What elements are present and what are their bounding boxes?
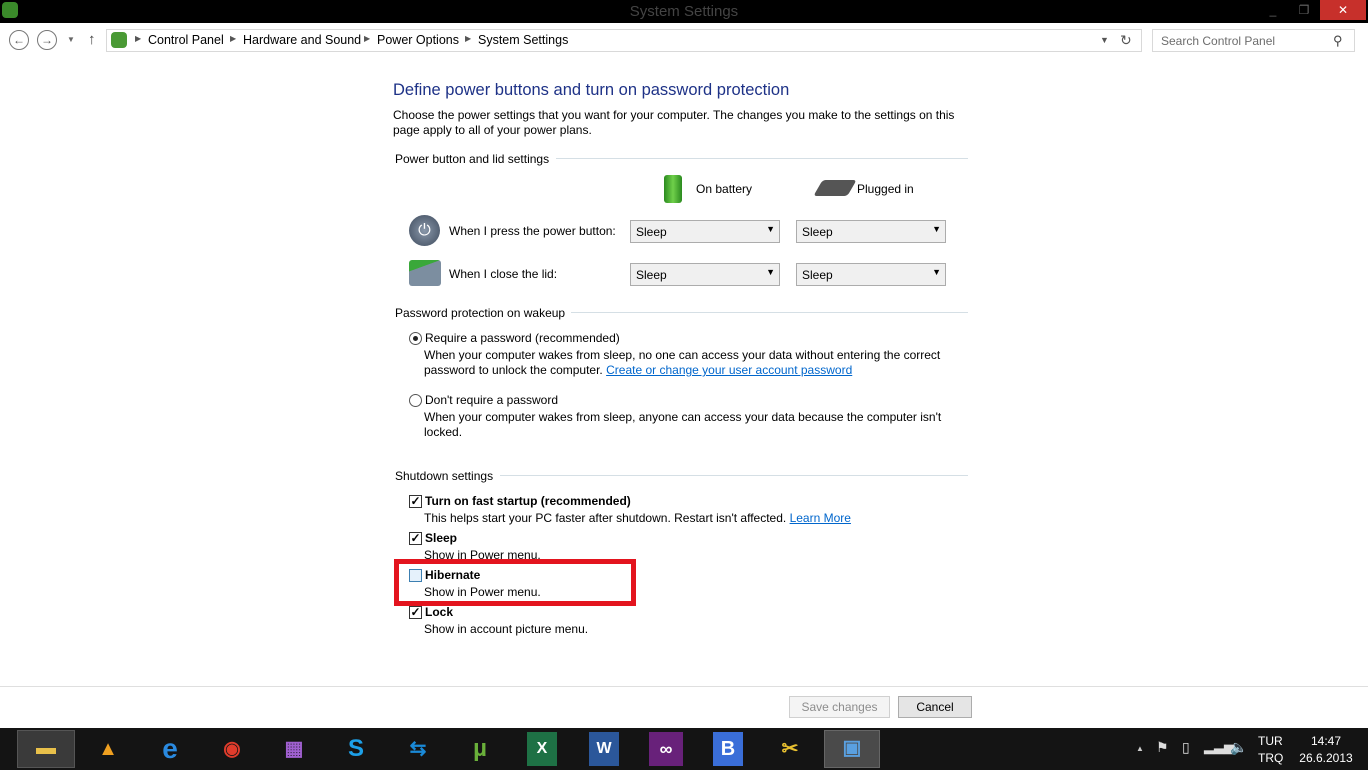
chevron-down-icon: ▼: [932, 267, 941, 277]
lid-label: When I close the lid:: [449, 267, 557, 281]
window-title: System Settings: [0, 3, 1368, 20]
plugged-in-label: Plugged in: [857, 182, 914, 196]
control-panel-icon: [111, 32, 127, 48]
taskbar-teamviewer[interactable]: ⇆: [398, 732, 438, 766]
maximize-button[interactable]: ❐: [1289, 0, 1319, 20]
recent-dropdown-icon[interactable]: ▼: [67, 35, 75, 44]
require-password-radio[interactable]: [409, 332, 422, 345]
page-title: Define power buttons and turn on passwor…: [393, 81, 789, 100]
require-password-desc: When your computer wakes from sleep, no …: [424, 348, 954, 378]
minimize-button[interactable]: _: [1258, 0, 1288, 20]
taskbar-control-panel[interactable]: ▣: [824, 730, 880, 768]
taskbar-skype[interactable]: S: [336, 732, 376, 766]
lid-plugged-select[interactable]: Sleep ▼: [796, 263, 946, 286]
lock-desc: Show in account picture menu.: [424, 622, 588, 637]
folder-icon: ▬: [36, 737, 56, 759]
breadcrumb-control-panel[interactable]: Control Panel: [148, 33, 224, 47]
sleep-label[interactable]: Sleep: [425, 531, 457, 545]
taskbar-aimp[interactable]: ▲: [88, 732, 128, 766]
address-dropdown-icon[interactable]: ▼: [1100, 35, 1109, 45]
no-password-label[interactable]: Don't require a password: [425, 393, 558, 407]
taskbar-file-explorer[interactable]: ▬: [17, 730, 75, 768]
change-password-link[interactable]: Create or change your user account passw…: [606, 363, 852, 377]
power-group-label: Power button and lid settings: [395, 152, 549, 166]
no-password-radio[interactable]: [409, 394, 422, 407]
taskbar-internet-explorer[interactable]: e: [150, 732, 190, 766]
power-button-label: When I press the power button:: [449, 224, 616, 238]
hibernate-label[interactable]: Hibernate: [425, 568, 480, 582]
password-group-label: Password protection on wakeup: [395, 306, 565, 320]
taskbar-word[interactable]: W: [589, 732, 619, 766]
chevron-down-icon: ▼: [932, 224, 941, 234]
volume-icon[interactable]: 🔈: [1230, 739, 1247, 756]
back-button[interactable]: ←: [9, 30, 29, 50]
learn-more-link[interactable]: Learn More: [790, 511, 851, 525]
intro-text: Choose the power settings that you want …: [393, 108, 968, 138]
desc-text: This helps start your PC faster after sh…: [424, 511, 786, 525]
power-button-icon: ⏻: [409, 215, 440, 246]
power-button-plugged-select[interactable]: Sleep ▼: [796, 220, 946, 243]
selected-value: Sleep: [802, 225, 833, 239]
breadcrumb-power-options[interactable]: Power Options: [377, 33, 459, 47]
cancel-button[interactable]: Cancel: [898, 696, 972, 718]
refresh-icon[interactable]: ↻: [1120, 32, 1132, 49]
breadcrumb-hardware-sound[interactable]: Hardware and Sound: [243, 33, 361, 47]
battery-tray-icon[interactable]: ▯: [1182, 739, 1190, 756]
divider: [571, 312, 968, 313]
power-button-battery-select[interactable]: Sleep ▼: [630, 220, 780, 243]
lock-checkbox[interactable]: ✓: [409, 606, 422, 619]
divider: [556, 158, 968, 159]
chevron-down-icon: ▼: [766, 224, 775, 234]
footer-divider: [0, 686, 1368, 687]
search-icon[interactable]: ⚲: [1333, 33, 1343, 49]
breadcrumb-system-settings[interactable]: System Settings: [478, 33, 568, 47]
clock-time[interactable]: 14:47: [1296, 734, 1356, 748]
action-center-icon[interactable]: ⚑: [1156, 739, 1169, 756]
on-battery-label: On battery: [696, 182, 752, 196]
forward-button[interactable]: →: [37, 30, 57, 50]
taskbar-winrar[interactable]: ▦: [274, 732, 314, 766]
taskbar-tools[interactable]: ✂: [770, 732, 810, 766]
hibernate-desc: Show in Power menu.: [424, 585, 541, 600]
require-password-label[interactable]: Require a password (recommended): [425, 331, 620, 345]
lock-label[interactable]: Lock: [425, 605, 453, 619]
taskbar-utorrent[interactable]: µ: [460, 732, 500, 766]
language-line-2[interactable]: TRQ: [1258, 751, 1283, 765]
search-input[interactable]: Search Control Panel: [1152, 29, 1355, 52]
taskbar-b-app[interactable]: B: [713, 732, 743, 766]
hibernate-checkbox[interactable]: [409, 569, 422, 582]
lid-battery-select[interactable]: Sleep ▼: [630, 263, 780, 286]
clock-date[interactable]: 26.6.2013: [1294, 751, 1358, 765]
taskbar-excel[interactable]: X: [527, 732, 557, 766]
selected-value: Sleep: [802, 268, 833, 282]
taskbar-visual-studio[interactable]: ∞: [649, 732, 683, 766]
divider: [500, 475, 968, 476]
chevron-right-icon: ▶: [364, 34, 370, 43]
plug-icon: [813, 180, 856, 196]
show-hidden-icons[interactable]: ▲: [1136, 744, 1144, 753]
fast-startup-checkbox[interactable]: ✓: [409, 495, 422, 508]
save-changes-button[interactable]: Save changes: [789, 696, 890, 718]
taskbar-chrome[interactable]: ◉: [212, 732, 252, 766]
chevron-right-icon: ▶: [465, 34, 471, 43]
lid-icon: [409, 260, 441, 286]
shutdown-group-label: Shutdown settings: [395, 469, 493, 483]
chevron-down-icon: ▼: [766, 267, 775, 277]
selected-value: Sleep: [636, 225, 667, 239]
language-line-1[interactable]: TUR: [1258, 734, 1283, 748]
close-button[interactable]: ✕: [1320, 0, 1366, 20]
chevron-right-icon: ▶: [135, 34, 141, 43]
no-password-desc: When your computer wakes from sleep, any…: [424, 410, 954, 440]
sleep-checkbox[interactable]: ✓: [409, 532, 422, 545]
chevron-right-icon: ▶: [230, 34, 236, 43]
selected-value: Sleep: [636, 268, 667, 282]
fast-startup-label[interactable]: Turn on fast startup (recommended): [425, 494, 631, 508]
up-button[interactable]: ↑: [88, 31, 96, 48]
battery-icon: [664, 175, 682, 203]
fast-startup-desc: This helps start your PC faster after sh…: [424, 511, 851, 526]
